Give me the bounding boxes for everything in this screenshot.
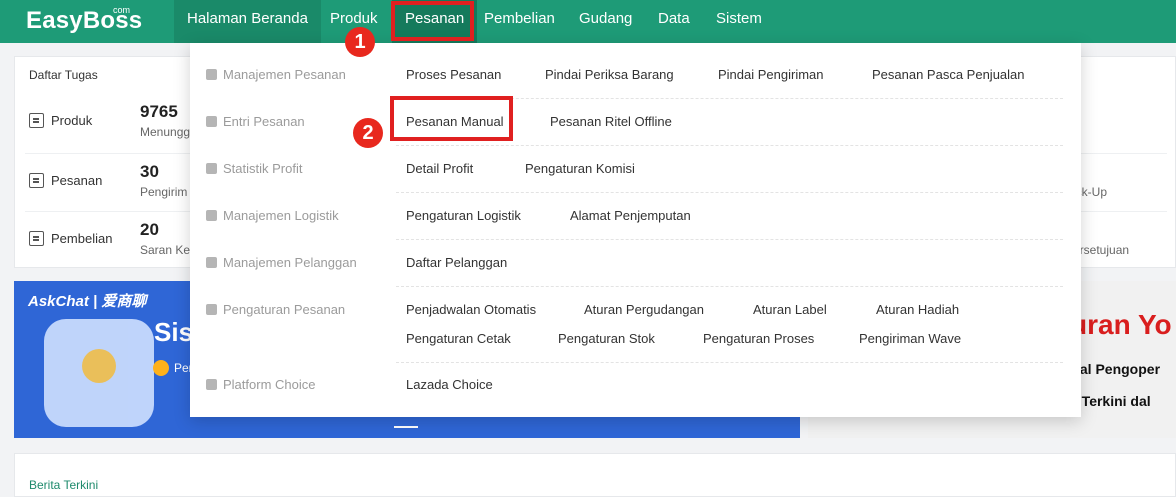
menu-link-aturan-hadiah[interactable]: Aturan Hadiah xyxy=(876,302,959,317)
product-doc-icon xyxy=(29,113,44,128)
category-manajemen-pelanggan: Manajemen Pelanggan xyxy=(206,255,357,270)
category-pengaturan-pesanan: Pengaturan Pesanan xyxy=(206,302,345,317)
menu-link-pesanan-ritel-offline[interactable]: Pesanan Ritel Offline xyxy=(550,114,672,129)
menu-link-pengaturan-cetak[interactable]: Pengaturan Cetak xyxy=(406,331,511,346)
category-platform-choice: Platform Choice xyxy=(206,377,315,392)
menu-link-pengaturan-proses[interactable]: Pengaturan Proses xyxy=(703,331,814,346)
pesanan-dropdown-menu: Manajemen Pesanan Proses Pesanan Pindai … xyxy=(190,43,1081,417)
menu-divider xyxy=(396,239,1063,240)
settings-doc-icon xyxy=(206,304,217,315)
menu-link-pengaturan-komisi[interactable]: Pengaturan Komisi xyxy=(525,161,635,176)
promo-line-1: ial Pengoper xyxy=(1076,361,1161,377)
news-card: Berita Terkini xyxy=(14,453,1176,497)
headset-illustration xyxy=(44,319,154,427)
task-row-count[interactable]: 9765 xyxy=(140,102,178,122)
purchase-doc-icon xyxy=(29,231,44,246)
news-title[interactable]: Berita Terkini xyxy=(29,478,98,492)
carousel-indicator[interactable] xyxy=(394,426,418,428)
category-manajemen-pesanan: Manajemen Pesanan xyxy=(206,67,346,82)
task-row-label: Pesanan xyxy=(51,173,103,188)
menu-link-aturan-pergudangan[interactable]: Aturan Pergudangan xyxy=(584,302,704,317)
menu-link-daftar-pelanggan[interactable]: Daftar Pelanggan xyxy=(406,255,507,270)
contact-icon xyxy=(206,257,217,268)
menu-link-aturan-label[interactable]: Aturan Label xyxy=(753,302,827,317)
promo-headline: uran Yo xyxy=(1070,309,1172,340)
menu-divider xyxy=(396,362,1063,363)
nav-item-gudang[interactable]: Gudang xyxy=(566,0,645,43)
top-nav-bar: EasyBoss com Halaman Beranda Produk Pesa… xyxy=(0,0,1176,43)
task-row-count[interactable]: 30 xyxy=(140,162,159,182)
nav-item-data[interactable]: Data xyxy=(645,0,703,43)
entry-icon xyxy=(206,116,217,127)
hand-icon xyxy=(206,379,217,390)
task-list-title: Daftar Tugas xyxy=(29,68,98,82)
task-row-right-text: ersetujuan xyxy=(1073,243,1130,257)
menu-divider xyxy=(396,286,1063,287)
truck-icon xyxy=(206,210,217,221)
category-manajemen-logistik: Manajemen Logistik xyxy=(206,208,339,223)
menu-link-detail-profit[interactable]: Detail Profit xyxy=(406,161,473,176)
highlight-box-pesanan xyxy=(391,1,474,41)
clipboard-icon xyxy=(206,69,217,80)
task-row-sub: Pengirim xyxy=(140,185,188,199)
step-badge-1: 1 xyxy=(345,27,375,57)
task-row-label: Pembelian xyxy=(51,231,113,246)
nav-item-pembelian[interactable]: Pembelian xyxy=(471,0,568,43)
order-doc-icon xyxy=(29,173,44,188)
menu-link-pindai-pengiriman[interactable]: Pindai Pengiriman xyxy=(718,67,824,82)
menu-link-pesanan-pasca-penjualan[interactable]: Pesanan Pasca Penjualan xyxy=(872,67,1025,82)
menu-link-pengaturan-logistik[interactable]: Pengaturan Logistik xyxy=(406,208,521,223)
task-row-sub: Menungg xyxy=(140,125,191,139)
logo-suffix: com xyxy=(113,5,131,15)
menu-link-lazada-choice[interactable]: Lazada Choice xyxy=(406,377,493,392)
task-row-count[interactable]: 20 xyxy=(140,220,159,240)
promo-line-2: a Terkini dal xyxy=(1070,393,1151,409)
menu-link-pengaturan-stok[interactable]: Pengaturan Stok xyxy=(558,331,655,346)
nav-item-sistem[interactable]: Sistem xyxy=(703,0,775,43)
menu-divider xyxy=(396,145,1063,146)
task-row-label: Produk xyxy=(51,113,93,128)
category-statistik-profit: Statistik Profit xyxy=(206,161,302,176)
step-badge-2: 2 xyxy=(353,118,383,148)
banner-brand: AskChat | 爱商聊 xyxy=(28,293,147,310)
menu-link-pindai-periksa-barang[interactable]: Pindai Periksa Barang xyxy=(545,67,674,82)
coins-icon xyxy=(206,163,217,174)
menu-link-penjadwalan-otomatis[interactable]: Penjadwalan Otomatis xyxy=(406,302,536,317)
menu-divider xyxy=(396,192,1063,193)
menu-link-proses-pesanan[interactable]: Proses Pesanan xyxy=(406,67,501,82)
menu-link-pengiriman-wave[interactable]: Pengiriman Wave xyxy=(859,331,961,346)
highlight-box-pesanan-manual xyxy=(390,96,513,141)
menu-link-alamat-penjemputan[interactable]: Alamat Penjemputan xyxy=(570,208,691,223)
check-icon xyxy=(153,360,169,376)
banner-headline: Sis xyxy=(154,317,194,347)
task-row-sub: Saran Ke xyxy=(140,243,191,257)
nav-item-home[interactable]: Halaman Beranda xyxy=(174,0,321,43)
category-entri-pesanan: Entri Pesanan xyxy=(206,114,305,129)
